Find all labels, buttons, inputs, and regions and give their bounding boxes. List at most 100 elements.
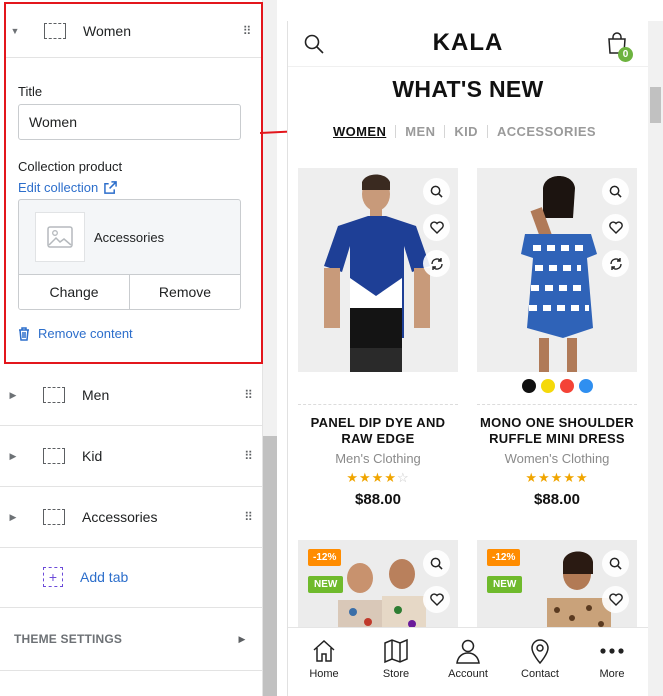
store-logo[interactable]: KALA xyxy=(288,29,648,57)
quick-view-icon[interactable] xyxy=(423,550,450,577)
caret-right-icon[interactable]: ▶ xyxy=(0,512,26,523)
nav-account-label: Account xyxy=(448,668,488,680)
location-pin-icon xyxy=(531,639,549,664)
caret-right-icon[interactable]: ▶ xyxy=(0,390,26,401)
home-icon xyxy=(313,639,335,662)
editor-panel: ▼ Women ⠿ Title Collection product Edit … xyxy=(0,0,263,696)
tab-block-label: Women xyxy=(83,22,131,39)
product-name[interactable]: PANEL DIP DYE AND RAW EDGE xyxy=(298,415,458,447)
nav-more-label: More xyxy=(599,668,625,680)
compare-icon[interactable] xyxy=(602,250,629,277)
storefront-preview: KALA 0 WHAT'S NEW WOMEN MEN KID ACCESSOR… xyxy=(287,21,663,696)
sale-badge: -12% xyxy=(487,549,521,566)
caret-down-icon[interactable]: ▼ xyxy=(6,26,24,36)
color-swatch[interactable] xyxy=(521,379,536,393)
product-card[interactable]: PANEL DIP DYE AND RAW EDGE Men's Clothing… xyxy=(298,168,458,508)
color-swatches xyxy=(477,379,637,393)
product-card[interactable]: -12% NEW xyxy=(298,540,458,635)
theme-settings-label: THEME SETTINGS xyxy=(14,632,123,646)
compare-icon[interactable] xyxy=(423,250,450,277)
tab-kid[interactable]: KID xyxy=(445,124,487,139)
product-image[interactable] xyxy=(298,168,458,372)
caret-right-icon[interactable]: ▶ xyxy=(0,451,26,462)
product-category: Women's Clothing xyxy=(504,451,610,466)
drag-handle-icon[interactable]: ⠿ xyxy=(234,389,262,401)
chevron-right-icon: ▶ xyxy=(238,633,246,644)
store-header: KALA 0 xyxy=(288,21,648,67)
map-icon xyxy=(384,638,408,664)
edit-collection-link[interactable]: Edit collection xyxy=(18,180,118,195)
tab-block-header-women[interactable]: ▼ Women ⠿ xyxy=(6,4,261,58)
nav-contact-label: Contact xyxy=(521,668,559,680)
remove-content-link[interactable]: Remove content xyxy=(18,326,133,341)
rating-stars: ★★★★★ xyxy=(525,470,589,485)
color-swatch[interactable] xyxy=(559,379,574,393)
quick-view-icon[interactable] xyxy=(423,178,450,205)
rating-stars: ★★★★☆ xyxy=(346,470,410,485)
remove-button[interactable]: Remove xyxy=(129,275,240,309)
tab-block-label: Accessories xyxy=(82,509,158,525)
wishlist-heart-icon[interactable] xyxy=(423,586,450,613)
title-input[interactable] xyxy=(18,104,241,140)
add-block-icon: + xyxy=(43,567,63,587)
wishlist-heart-icon[interactable] xyxy=(602,214,629,241)
collection-tabs: WOMEN MEN KID ACCESSORIES xyxy=(333,124,605,139)
add-tab-label: Add tab xyxy=(80,569,129,585)
editor-scrollbar-thumb[interactable] xyxy=(263,436,277,696)
preview-scrollbar-thumb[interactable] xyxy=(650,87,661,123)
block-icon xyxy=(43,387,65,403)
tab-block-accessories[interactable]: ▶ Accessories ⠿ xyxy=(0,487,262,548)
block-icon xyxy=(44,22,66,39)
product-card[interactable]: MONO ONE SHOULDER RUFFLE MINI DRESS Women… xyxy=(477,168,637,508)
drag-handle-icon[interactable]: ⠿ xyxy=(233,25,261,37)
block-icon xyxy=(43,509,65,525)
nav-account[interactable]: Account xyxy=(432,628,504,696)
remove-content-label: Remove content xyxy=(38,326,133,341)
tab-accessories[interactable]: ACCESSORIES xyxy=(488,124,605,139)
nav-more[interactable]: More xyxy=(576,628,648,696)
color-swatch[interactable] xyxy=(540,379,555,393)
nav-home-label: Home xyxy=(309,668,339,680)
collection-name: Accessories xyxy=(94,230,165,245)
bottom-navigation: Home Store Account Contact More xyxy=(288,627,648,696)
trash-icon xyxy=(19,326,29,341)
tab-men[interactable]: MEN xyxy=(396,124,444,139)
color-swatch[interactable] xyxy=(578,379,593,393)
tab-block-label: Kid xyxy=(82,448,103,464)
product-category: Men's Clothing xyxy=(335,451,421,466)
external-link-icon xyxy=(104,181,118,194)
sale-badge: -12% xyxy=(308,549,342,566)
tab-block-kid[interactable]: ▶ Kid ⠿ xyxy=(0,426,262,487)
nav-store[interactable]: Store xyxy=(360,628,432,696)
tab-block-men[interactable]: ▶ Men ⠿ xyxy=(0,365,262,426)
quick-view-icon[interactable] xyxy=(602,550,629,577)
tab-block-label: Men xyxy=(82,387,110,403)
collection-actions: Change Remove xyxy=(19,274,240,309)
change-button[interactable]: Change xyxy=(19,275,129,309)
add-tab-button[interactable]: + Add tab xyxy=(0,547,262,608)
tab-women[interactable]: WOMEN xyxy=(333,124,395,139)
drag-handle-icon[interactable]: ⠿ xyxy=(234,511,262,523)
wishlist-heart-icon[interactable] xyxy=(423,214,450,241)
tab-block-women-expanded: ▼ Women ⠿ Title Collection product Edit … xyxy=(4,2,263,364)
section-title: WHAT'S NEW xyxy=(392,76,544,102)
image-placeholder-icon xyxy=(35,212,85,262)
nav-contact[interactable]: Contact xyxy=(504,628,576,696)
nav-store-label: Store xyxy=(382,668,410,680)
collection-field-label: Collection product xyxy=(18,159,123,174)
product-price: $88.00 xyxy=(534,491,580,508)
new-badge: NEW xyxy=(308,576,344,593)
user-icon xyxy=(456,639,480,664)
quick-view-icon[interactable] xyxy=(602,178,629,205)
collection-picker: Accessories Change Remove xyxy=(18,199,241,310)
product-card[interactable]: -12% NEW xyxy=(477,540,637,635)
drag-handle-icon[interactable]: ⠿ xyxy=(234,450,262,462)
product-image[interactable] xyxy=(477,168,637,372)
wishlist-heart-icon[interactable] xyxy=(602,586,629,613)
edit-collection-label: Edit collection xyxy=(18,180,99,195)
new-badge: NEW xyxy=(487,576,523,593)
product-name[interactable]: MONO ONE SHOULDER RUFFLE MINI DRESS xyxy=(477,415,637,447)
theme-settings-row[interactable]: THEME SETTINGS ▶ xyxy=(0,608,262,671)
title-field-label: Title xyxy=(18,84,43,99)
nav-home[interactable]: Home xyxy=(288,628,360,696)
